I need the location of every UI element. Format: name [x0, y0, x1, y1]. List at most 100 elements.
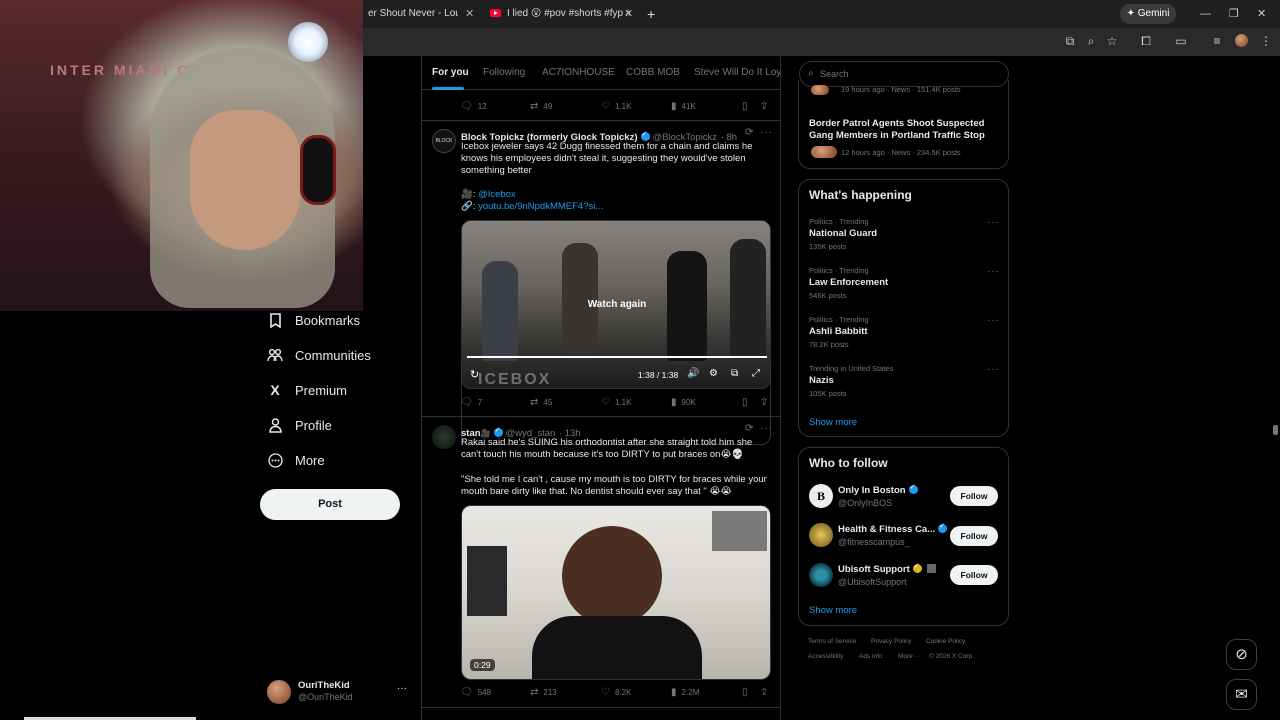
repost-button[interactable]: ⇄ 213 — [530, 687, 557, 698]
views-button[interactable]: ▮ 2.2M — [671, 687, 699, 698]
video-player[interactable]: 0:29 — [461, 505, 771, 680]
account-switcher[interactable]: OuriTheKid @OuriTheKid ··· — [267, 679, 412, 707]
bookmark-button[interactable]: ▯ — [742, 687, 753, 698]
share-button[interactable]: ⇪ — [760, 687, 773, 698]
fitness-campus-avatar[interactable] — [809, 523, 833, 547]
trend-name[interactable]: National Guard — [809, 228, 877, 239]
avatar — [267, 680, 291, 704]
repost-button[interactable]: ⇄ 49 — [530, 101, 552, 112]
follow-name[interactable]: Health & Fitness Ca... — [838, 522, 950, 535]
footer-link[interactable]: More ··· — [898, 653, 921, 660]
show-more-link[interactable]: Show more — [809, 417, 857, 428]
grok-icon[interactable]: ⟳ — [745, 423, 754, 434]
account-menu-icon[interactable]: ··· — [397, 683, 407, 694]
follow-button[interactable]: Follow — [950, 526, 998, 546]
tab-close-icon[interactable]: ✕ — [465, 4, 474, 24]
browser-tab-2[interactable]: I lied 😮 #pov #shorts #fyp #s — [490, 4, 630, 24]
cast-icon[interactable]: ⧉ — [1063, 34, 1077, 48]
sidepanel-icon[interactable]: ▭ — [1174, 34, 1188, 48]
tweet-more-icon[interactable]: ··· — [760, 127, 773, 138]
star-icon[interactable]: ☆ — [1105, 34, 1119, 48]
views-button[interactable]: ▮ 90K — [671, 397, 696, 408]
news-headline[interactable]: Border Patrol Agents Shoot Suspected Gan… — [809, 118, 999, 142]
tab-ac7ionhouse[interactable]: AC7IONHOUSE — [542, 67, 615, 78]
bookmark-button[interactable]: ▯ — [742, 101, 753, 112]
video-player[interactable]: Watch again ICEBOX ↻ 1:38 / 1:38 🔊 ⚙ ⧉ ⤢ — [461, 220, 771, 389]
grok-button[interactable]: ⊘ — [1226, 639, 1257, 670]
video-progress-bar[interactable] — [467, 356, 767, 358]
nav-more[interactable]: More — [267, 448, 325, 472]
nav-bookmarks[interactable]: Bookmarks — [267, 308, 360, 332]
replay-icon[interactable]: ↻ — [470, 368, 479, 381]
pip-icon[interactable]: ⧉ — [731, 368, 738, 379]
scrollbar[interactable] — [1271, 56, 1280, 720]
gemini-button[interactable]: ✦ Gemini — [1120, 4, 1176, 24]
messages-button[interactable]: ✉ — [1226, 679, 1257, 710]
trend-name[interactable]: Law Enforcement — [809, 277, 888, 288]
views-button[interactable]: ▮ 41K — [671, 101, 696, 112]
grok-icon[interactable]: ⟳ — [745, 127, 754, 138]
tab-for-you[interactable]: For you — [432, 67, 469, 78]
follow-name[interactable]: Only In Boston — [838, 483, 921, 496]
video-person — [562, 243, 598, 353]
settings-icon[interactable]: ⚙ — [709, 368, 718, 379]
reply-button[interactable]: 🗨 7 — [460, 397, 482, 408]
tab-following[interactable]: Following — [483, 67, 525, 78]
streamer-face — [190, 110, 300, 250]
kebab-menu-icon[interactable]: ⋮ — [1259, 34, 1273, 48]
minimize-button[interactable]: — — [1200, 4, 1211, 24]
tweet-actions: 🗨 7 ⇄ 45 ♡ 1.1K ▮ 90K ▯ ⇪ — [460, 397, 770, 411]
stan-avatar[interactable] — [432, 425, 456, 449]
tab-close-icon[interactable]: ✕ — [624, 4, 633, 24]
footer-link[interactable]: Ads info — [859, 653, 883, 660]
trend-name[interactable]: Ashli Babbitt — [809, 326, 868, 337]
block-topickz-avatar[interactable]: BLOCK — [432, 129, 456, 153]
trend-more-icon[interactable]: ··· — [987, 266, 1000, 277]
volume-icon[interactable]: 🔊 — [687, 368, 699, 379]
like-button[interactable]: ♡ 1.1K — [601, 101, 631, 112]
only-in-boston-avatar[interactable]: B — [809, 484, 833, 508]
follow-button[interactable]: Follow — [950, 486, 998, 506]
youtube-link[interactable]: youtu.be/9nNpdkMMEF4?si... — [478, 201, 603, 212]
trend-count: 78.2K posts — [809, 340, 849, 349]
trend-more-icon[interactable]: ··· — [987, 364, 1000, 375]
like-button[interactable]: ♡ 1.1K — [601, 397, 631, 408]
show-more-link[interactable]: Show more — [809, 605, 857, 616]
zoom-icon[interactable]: ⌕ — [1084, 34, 1098, 48]
maximize-button[interactable]: ❐ — [1229, 4, 1239, 24]
repost-button[interactable]: ⇄ 45 — [530, 397, 552, 408]
mention-link[interactable]: @Icebox — [478, 189, 516, 200]
tab-steve-will-do-it[interactable]: Steve Will Do It Loyal — [694, 67, 780, 78]
share-button[interactable]: ⇪ — [760, 397, 773, 408]
reply-button[interactable]: 🗨 12 — [460, 101, 487, 112]
trend-more-icon[interactable]: ··· — [987, 315, 1000, 326]
close-window-button[interactable]: ✕ — [1257, 4, 1266, 24]
footer-link[interactable]: Terms of Service — [808, 638, 856, 645]
ubisoft-avatar[interactable] — [809, 563, 833, 587]
watch-again-label[interactable]: Watch again — [462, 299, 770, 310]
nav-profile[interactable]: Profile — [267, 413, 332, 437]
nav-premium[interactable]: X Premium — [267, 378, 347, 402]
browser-tab-1[interactable]: er Shout Never - Lousy Trut — [368, 4, 458, 24]
nav-communities[interactable]: Communities — [267, 343, 371, 367]
post-button[interactable]: Post — [260, 489, 400, 520]
like-button[interactable]: ♡ 8.2K — [601, 687, 631, 698]
media-controls-icon[interactable]: ≡ — [1210, 34, 1224, 48]
reply-button[interactable]: 🗨 548 — [460, 687, 491, 698]
profile-avatar-icon[interactable] — [1235, 34, 1248, 47]
fullscreen-icon[interactable]: ⤢ — [752, 368, 760, 379]
trend-more-icon[interactable]: ··· — [987, 217, 1000, 228]
share-button[interactable]: ⇪ — [760, 101, 773, 112]
bookmark-button[interactable]: ▯ — [742, 397, 753, 408]
scrollbar-thumb[interactable] — [1273, 425, 1278, 435]
follow-name[interactable]: Ubisoft Support — [838, 562, 936, 575]
follow-button[interactable]: Follow — [950, 565, 998, 585]
tweet-more-icon[interactable]: ··· — [760, 423, 773, 434]
footer-link[interactable]: Accessibility — [808, 653, 843, 660]
footer-link[interactable]: Cookie Policy — [926, 638, 965, 645]
extensions-icon[interactable]: ⧠ — [1139, 34, 1153, 48]
tab-cobb-mob[interactable]: COBB MOB — [626, 67, 680, 78]
trend-name[interactable]: Nazis — [809, 375, 834, 386]
new-tab-button[interactable]: + — [647, 4, 655, 24]
footer-link[interactable]: Privacy Policy — [871, 638, 911, 645]
